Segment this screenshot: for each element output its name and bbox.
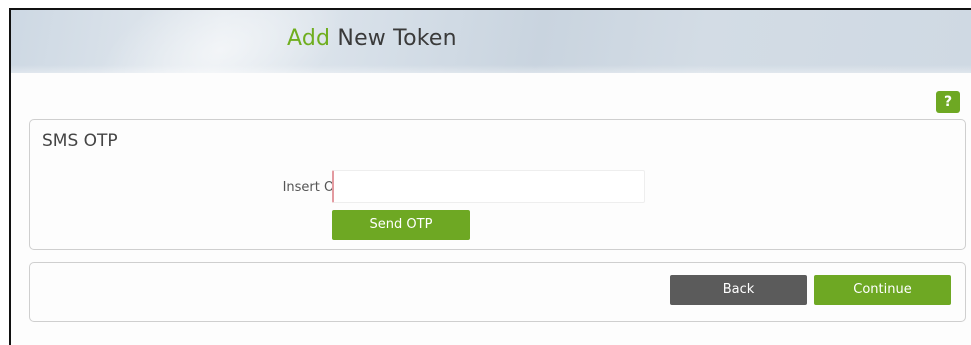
page-frame: Add New Token ? SMS OTP Insert OTP Send … xyxy=(9,8,971,345)
otp-input[interactable] xyxy=(332,170,645,203)
back-button[interactable]: Back xyxy=(670,275,807,305)
page-title-accent: Add xyxy=(287,26,331,51)
help-icon: ? xyxy=(943,94,953,110)
continue-button[interactable]: Continue xyxy=(814,275,951,305)
actions-panel: Back Continue xyxy=(29,262,966,322)
sms-otp-title: SMS OTP xyxy=(42,131,118,151)
sms-otp-panel: SMS OTP Insert OTP Send OTP xyxy=(29,119,966,250)
help-button[interactable]: ? xyxy=(936,91,960,113)
page-title: Add New Token xyxy=(287,26,457,51)
page-title-rest: New Token xyxy=(337,26,457,51)
page-header: Add New Token xyxy=(11,10,971,73)
send-otp-button[interactable]: Send OTP xyxy=(332,210,470,240)
